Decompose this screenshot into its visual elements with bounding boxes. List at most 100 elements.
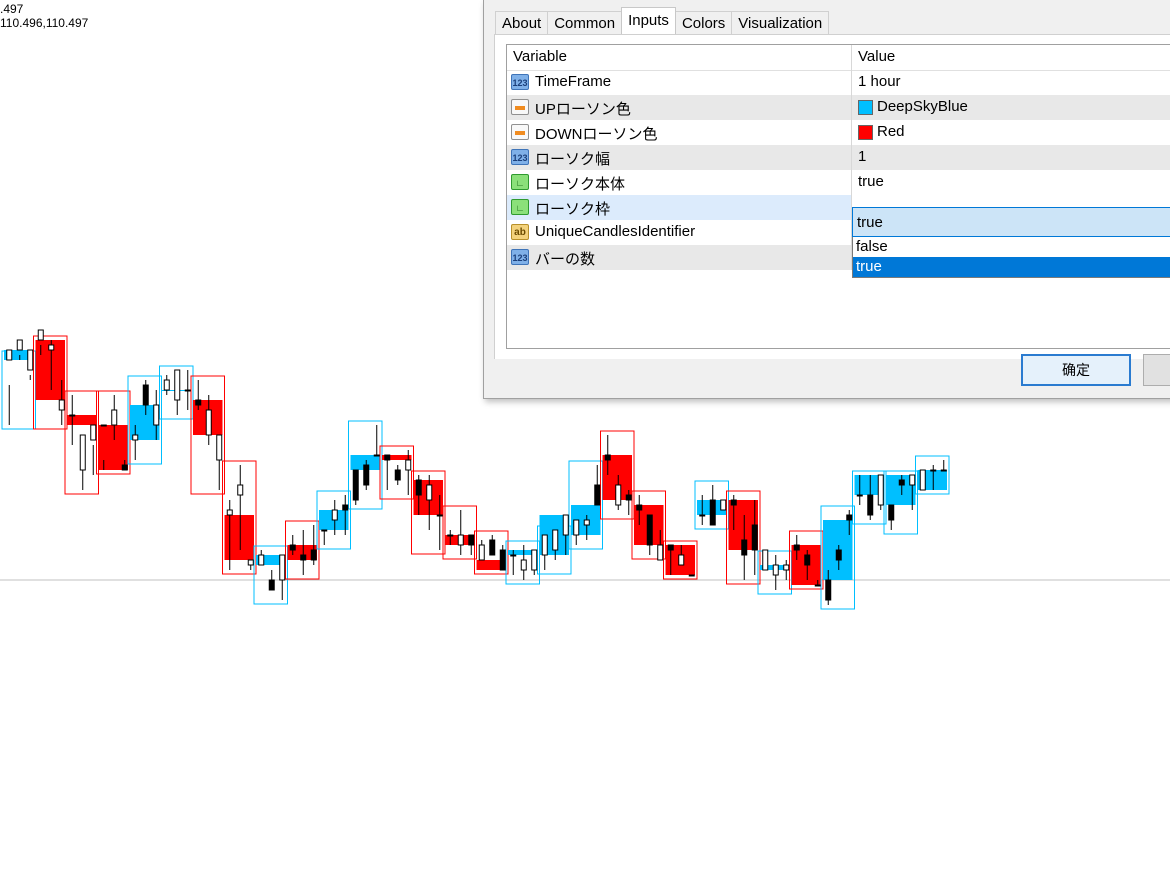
grid-header: Variable Value — [507, 45, 1170, 71]
candle — [793, 544, 800, 551]
candle — [405, 459, 412, 471]
chart-info-line-2: 110.496,110.497 — [0, 16, 89, 30]
candle — [352, 469, 359, 501]
candle — [583, 519, 590, 526]
candle — [342, 504, 349, 511]
number-icon: 123 — [511, 249, 529, 265]
number-icon: 123 — [511, 74, 529, 90]
candle — [552, 529, 559, 551]
candle — [121, 464, 128, 471]
candle — [163, 379, 170, 391]
candle — [384, 454, 391, 461]
candle — [814, 584, 821, 587]
candle — [37, 329, 44, 341]
candle — [153, 404, 160, 426]
input-value[interactable]: true — [858, 173, 884, 190]
candle — [699, 514, 706, 517]
candle — [909, 474, 916, 486]
candle — [90, 424, 97, 441]
candle — [258, 554, 265, 566]
input-value[interactable]: Red — [877, 123, 905, 140]
option-true[interactable]: true — [853, 257, 1170, 277]
candle — [762, 549, 769, 571]
tab-inputs[interactable]: Inputs — [621, 7, 676, 34]
combobox-value: true — [857, 214, 883, 231]
candle — [898, 479, 905, 486]
candle — [111, 409, 118, 426]
candle — [846, 514, 853, 521]
color-swatch[interactable] — [858, 100, 873, 115]
candle — [478, 544, 485, 561]
candle — [205, 409, 212, 436]
candle — [636, 504, 643, 511]
cancel-button[interactable] — [1143, 354, 1170, 386]
ok-button[interactable]: 确定 — [1021, 354, 1131, 386]
candle — [436, 514, 443, 517]
candle — [300, 554, 307, 561]
candle — [541, 534, 548, 556]
input-name: ローソク枠 — [535, 201, 611, 218]
candle — [16, 339, 23, 351]
candle — [772, 564, 779, 576]
candle — [132, 434, 139, 441]
input-row-candle-width[interactable]: 123 ローソク幅 1 — [507, 145, 1170, 170]
option-false[interactable]: false — [853, 237, 1170, 257]
value-combobox[interactable]: true — [852, 207, 1170, 237]
candle — [79, 434, 86, 471]
candle — [310, 549, 317, 561]
input-value[interactable]: 1 hour — [858, 73, 901, 90]
candle — [625, 494, 632, 501]
candle — [195, 399, 202, 406]
indicator-properties-dialog: About Common Inputs Colors Visualization… — [483, 0, 1170, 399]
candle — [48, 344, 55, 351]
htf-candle-body — [224, 515, 254, 560]
candle — [321, 529, 328, 532]
candle — [510, 554, 517, 557]
input-row-timeframe[interactable]: 123 TimeFrame 1 hour — [507, 70, 1170, 95]
candle — [373, 454, 380, 457]
tab-common[interactable]: Common — [547, 11, 623, 34]
number-icon: 123 — [511, 149, 529, 165]
inputs-grid: Variable Value 123 TimeFrame 1 hour UPロー… — [506, 44, 1170, 349]
combobox-dropdown: false true — [852, 237, 1170, 278]
candle — [415, 479, 422, 496]
candle — [237, 484, 244, 496]
candle — [531, 549, 538, 571]
color-swatch[interactable] — [858, 125, 873, 140]
candle — [867, 494, 874, 516]
candle — [331, 509, 338, 521]
inputs-panel: Variable Value 123 TimeFrame 1 hour UPロー… — [494, 34, 1170, 359]
input-row-down-color[interactable]: DOWNローソン色 Red — [507, 120, 1170, 145]
candle — [58, 399, 65, 411]
candle — [247, 559, 254, 566]
candle — [825, 579, 832, 601]
candle — [447, 534, 454, 537]
candle — [804, 554, 811, 566]
boolean-icon: ∟ — [511, 199, 529, 215]
input-name: ローソク本体 — [535, 176, 626, 193]
column-header-variable[interactable]: Variable — [513, 48, 567, 65]
tab-about[interactable]: About — [495, 11, 549, 34]
candle — [289, 544, 296, 551]
candle — [489, 539, 496, 556]
tab-visualization[interactable]: Visualization — [731, 11, 830, 34]
input-value[interactable]: DeepSkyBlue — [877, 98, 968, 115]
candle — [142, 384, 149, 406]
candle — [646, 514, 653, 546]
candle — [720, 499, 727, 511]
candle — [678, 554, 685, 566]
tab-colors[interactable]: Colors — [674, 11, 733, 34]
candle — [394, 469, 401, 481]
candle — [216, 434, 223, 461]
candle — [688, 574, 695, 577]
input-row-candle-body[interactable]: ∟ ローソク本体 true — [507, 170, 1170, 195]
candle — [27, 349, 34, 371]
input-name: ローソク幅 — [535, 151, 611, 168]
candle — [573, 519, 580, 536]
candle — [930, 469, 937, 472]
column-header-value[interactable]: Value — [858, 48, 895, 65]
input-row-up-color[interactable]: UPローソン色 DeepSkyBlue — [507, 95, 1170, 120]
candle — [100, 424, 107, 427]
input-value[interactable]: 1 — [858, 148, 866, 165]
candle — [888, 504, 895, 521]
